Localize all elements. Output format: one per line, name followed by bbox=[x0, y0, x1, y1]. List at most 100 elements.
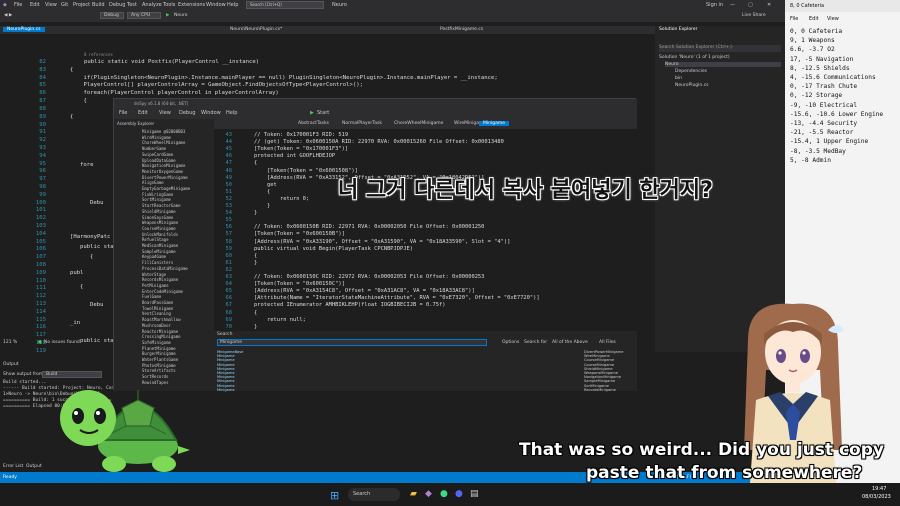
browser-icon[interactable]: ● bbox=[440, 489, 448, 499]
notepad-menu-edit[interactable]: Edit bbox=[809, 16, 819, 22]
tree-item[interactable]: BurgerMinigame bbox=[142, 351, 176, 356]
tree-item[interactable]: ShieldMinigame bbox=[142, 209, 176, 214]
tree-item[interactable]: KeypadGame bbox=[142, 254, 166, 259]
menu-debug[interactable]: Debug bbox=[109, 2, 125, 8]
tab-abstract-tasks[interactable]: AbstractTasks bbox=[294, 121, 333, 126]
zoom-level[interactable]: 121 % bbox=[3, 340, 17, 345]
tree-item[interactable]: CrossingMinigame bbox=[142, 334, 181, 339]
tree-item[interactable]: StartReactorGame bbox=[142, 203, 181, 208]
tree-item[interactable]: ChoreWheelMinigame bbox=[142, 140, 185, 145]
menu-analyze[interactable]: Analyze bbox=[142, 2, 162, 8]
neuroplugin-file-item[interactable]: NeuroPlugin.cs bbox=[675, 83, 709, 88]
tab-neuro-plugin[interactable]: NeuroPlugin.cs bbox=[3, 27, 45, 32]
tree-item[interactable]: PetMinigame bbox=[142, 283, 169, 288]
minimize-icon[interactable]: — bbox=[730, 2, 735, 8]
tab-output[interactable]: Output bbox=[26, 464, 42, 469]
tree-item[interactable]: SimonSaysGame bbox=[142, 215, 173, 220]
bin-folder-item[interactable]: bin bbox=[675, 76, 682, 81]
menu-file[interactable]: File bbox=[14, 2, 22, 8]
tree-item[interactable]: BoardPassGame bbox=[142, 300, 173, 305]
tree-item[interactable]: StoreArtifacts bbox=[142, 368, 176, 373]
menu-edit[interactable]: Edit bbox=[30, 2, 40, 8]
maximize-icon[interactable]: ▢ bbox=[748, 2, 753, 8]
notepad-menu-view[interactable]: View bbox=[827, 16, 839, 22]
menu-extensions[interactable]: Extensions bbox=[178, 2, 205, 8]
tree-item[interactable]: SortRecords bbox=[142, 374, 169, 379]
tree-item[interactable]: DivertPowerMinigame bbox=[142, 175, 188, 180]
start-label[interactable]: Neuro bbox=[174, 13, 188, 18]
dnspy-menu-edit[interactable]: Edit bbox=[138, 110, 148, 116]
menu-git[interactable]: Git bbox=[61, 2, 68, 8]
menu-tools[interactable]: Tools bbox=[163, 2, 175, 8]
tab-chore-wheel[interactable]: ChoreWheelMinigame bbox=[390, 121, 447, 126]
chat-app-icon[interactable]: ● bbox=[455, 489, 463, 499]
close-icon[interactable]: ✕ bbox=[767, 2, 771, 8]
tree-item[interactable]: WaterPlantsGame bbox=[142, 357, 178, 362]
dependencies-item[interactable]: Dependencies bbox=[675, 69, 707, 74]
project-item[interactable]: Neuro bbox=[665, 62, 781, 67]
issues-label[interactable]: No issues found bbox=[44, 340, 80, 345]
taskbar-search[interactable]: Search bbox=[348, 488, 400, 501]
menu-project[interactable]: Project bbox=[73, 2, 90, 8]
tree-item[interactable]: UnlockManifolds bbox=[142, 232, 178, 237]
tab-plugin-path[interactable]: Neuro\Neuro\Plugin.cs* bbox=[230, 27, 282, 32]
search-result-location[interactable]: RecordsMinigame bbox=[584, 388, 616, 392]
visual-studio-icon[interactable]: ◆ bbox=[425, 489, 432, 499]
tree-item[interactable]: EnterCodeMinigame bbox=[142, 289, 183, 294]
tree-item[interactable]: VentCleaning bbox=[142, 311, 171, 316]
search-for-select[interactable]: All of the Above bbox=[552, 340, 588, 345]
platform-select[interactable]: Any CPU bbox=[127, 12, 161, 19]
dnspy-menu-view[interactable]: View bbox=[159, 110, 171, 116]
dnspy-code-view[interactable]: 43 // Token: 0x170001F3 RID: 519 44 // (get… bbox=[214, 129, 637, 331]
tree-item[interactable]: ProcessDataMinigame bbox=[142, 266, 188, 271]
tree-item[interactable]: ReactorMinigame bbox=[142, 329, 178, 334]
tree-item[interactable]: FuelGame bbox=[142, 294, 161, 299]
tree-item[interactable]: SortMinigame bbox=[142, 197, 171, 202]
menu-build[interactable]: Build bbox=[92, 2, 105, 8]
back-icon[interactable]: ◀ ▶ bbox=[4, 13, 12, 18]
tree-item[interactable]: UploadDataGame bbox=[142, 158, 176, 163]
tree-item[interactable]: PhotosMinigame bbox=[142, 363, 176, 368]
tree-item[interactable]: Minigame @02000B03 bbox=[142, 129, 185, 134]
dnspy-menu-help[interactable]: Help bbox=[226, 110, 237, 116]
solution-item[interactable]: Solution 'Neuro' (1 of 1 project) bbox=[659, 55, 730, 60]
search-input[interactable]: Minigame bbox=[217, 339, 487, 346]
solution-search-input[interactable]: Search Solution Explorer (Ctrl+;) bbox=[659, 45, 781, 52]
notepad-taskbar-icon[interactable]: ▤ bbox=[470, 489, 479, 499]
tab-postfix-minigame[interactable]: PostfixMinigame.cs bbox=[440, 27, 483, 32]
dnspy-start-icon[interactable]: ▶ bbox=[310, 110, 314, 116]
tree-item[interactable]: MushroomDoor bbox=[142, 323, 171, 328]
live-share-label[interactable]: Live Share bbox=[742, 13, 766, 18]
tree-item[interactable]: AlignGame bbox=[142, 180, 164, 185]
search-options[interactable]: Options bbox=[502, 340, 519, 345]
tab-normal-player-task[interactable]: NormalPlayerTask bbox=[338, 121, 386, 126]
tree-item[interactable]: RoastMarshmallow bbox=[142, 317, 181, 322]
tab-error-list[interactable]: Error List bbox=[3, 464, 23, 469]
start-menu-icon[interactable]: ⊞ bbox=[330, 489, 339, 502]
file-explorer-icon[interactable]: ▰ bbox=[410, 489, 417, 499]
tree-item[interactable]: TowelMinigame bbox=[142, 306, 173, 311]
dnspy-menu-debug[interactable]: Debug bbox=[179, 110, 195, 116]
dnspy-start-label[interactable]: Start bbox=[317, 110, 329, 116]
tree-item[interactable]: WireMinigame bbox=[142, 135, 171, 140]
start-icon[interactable]: ▶ bbox=[166, 13, 169, 18]
tree-item[interactable]: SwipeCardGame bbox=[142, 152, 173, 157]
output-from-select[interactable]: Build bbox=[42, 371, 102, 378]
sign-in-label[interactable]: Sign in bbox=[706, 2, 723, 8]
tree-item[interactable]: MedScanMinigame bbox=[142, 243, 178, 248]
tree-item[interactable]: FixWiringGame bbox=[142, 192, 173, 197]
dnspy-menu-window[interactable]: Window bbox=[201, 110, 221, 116]
tab-minigame[interactable]: Minigame bbox=[479, 121, 510, 126]
tree-item[interactable]: FillCanisters bbox=[142, 260, 173, 265]
tree-item[interactable]: PlanetMinigame bbox=[142, 346, 176, 351]
menu-window[interactable]: Window bbox=[206, 2, 226, 8]
vs-search-input[interactable]: Search (Ctrl+Q) bbox=[246, 1, 324, 9]
tree-item[interactable]: EmptyGarbageMinigame bbox=[142, 186, 190, 191]
tree-item[interactable]: NavigationMinigame bbox=[142, 163, 185, 168]
search-result-name[interactable]: Minigame bbox=[217, 388, 235, 392]
notepad-menu-file[interactable]: File bbox=[790, 16, 798, 22]
config-select[interactable]: Debug bbox=[100, 12, 124, 19]
tree-item[interactable]: SafeMinigame bbox=[142, 340, 171, 345]
dnspy-menu-file[interactable]: File bbox=[119, 110, 127, 116]
menu-help[interactable]: Help bbox=[227, 2, 238, 8]
